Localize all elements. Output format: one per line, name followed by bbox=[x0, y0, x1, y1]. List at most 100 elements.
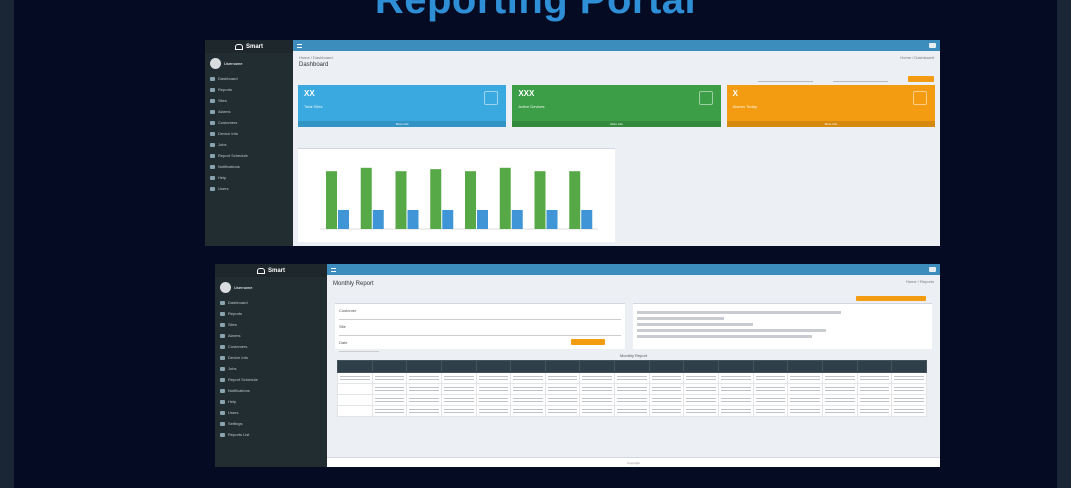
table-cell bbox=[787, 372, 823, 384]
cell-line bbox=[340, 379, 370, 380]
table-cell bbox=[475, 405, 512, 417]
table-cell bbox=[787, 394, 823, 406]
table-header-cell[interactable] bbox=[856, 360, 893, 373]
cell-line bbox=[859, 398, 890, 399]
more-info-link[interactable]: More info bbox=[726, 121, 935, 127]
menu-toggle-icon[interactable] bbox=[297, 43, 302, 48]
export-button[interactable] bbox=[856, 295, 926, 301]
sidebar-item-users[interactable]: Users bbox=[205, 183, 293, 194]
sidebar-item-jobs[interactable]: Jobs bbox=[215, 363, 327, 374]
sidebar-item-report-schedule[interactable]: Report Schedule bbox=[215, 374, 327, 385]
table-cell bbox=[510, 383, 546, 395]
table-header-cell[interactable] bbox=[683, 360, 720, 373]
sidebar-item-help[interactable]: Help bbox=[205, 172, 293, 183]
apply-filter-button[interactable] bbox=[908, 76, 934, 82]
cell-line bbox=[721, 387, 751, 388]
sidebar-item-alarms[interactable]: Alarms bbox=[215, 330, 327, 341]
table-header-cell[interactable] bbox=[648, 360, 685, 373]
cell-line bbox=[617, 376, 647, 377]
table-header-cell[interactable] bbox=[337, 360, 373, 373]
sidebar-item-alarms[interactable]: Alarms bbox=[205, 106, 293, 117]
cell-line bbox=[409, 390, 439, 391]
menu-icon bbox=[210, 109, 215, 114]
cell-line bbox=[513, 390, 543, 391]
cell-line bbox=[513, 398, 543, 399]
sidebar-item-reports[interactable]: Reports bbox=[205, 84, 293, 95]
sidebar-item-customers[interactable]: Customers bbox=[215, 341, 327, 352]
sidebar-item-customers[interactable]: Customers bbox=[205, 117, 293, 128]
sidebar-item-label: Reports bbox=[218, 87, 233, 92]
cell-line bbox=[513, 379, 543, 380]
sidebar-item-help[interactable]: Help bbox=[215, 396, 327, 407]
page-title: Dashboard bbox=[299, 62, 329, 68]
brand-logo[interactable]: Smart bbox=[205, 40, 293, 53]
cell-line bbox=[478, 409, 509, 410]
table-header-cell[interactable] bbox=[821, 360, 858, 373]
table-cell bbox=[544, 372, 581, 384]
table-header-cell[interactable] bbox=[475, 360, 512, 373]
sidebar-item-dashboard[interactable]: Dashboard bbox=[215, 297, 327, 308]
cell-line bbox=[617, 409, 647, 410]
table-header-cell[interactable] bbox=[614, 360, 650, 373]
table-cell bbox=[718, 383, 754, 395]
bar-2-7 bbox=[546, 209, 558, 229]
top-navbar bbox=[293, 40, 940, 51]
info-box-label: Total Sites bbox=[304, 104, 323, 109]
bar-2-1 bbox=[338, 209, 349, 229]
table-header-cell[interactable] bbox=[787, 360, 823, 373]
table-cell bbox=[821, 372, 858, 384]
sidebar-item-settings[interactable]: Settings bbox=[215, 418, 327, 429]
generate-button[interactable] bbox=[571, 339, 605, 345]
bar-1-3 bbox=[395, 171, 407, 229]
site-select[interactable] bbox=[339, 331, 621, 336]
cell-line bbox=[859, 409, 890, 410]
info-box-value: XX bbox=[304, 89, 315, 98]
table-header-row bbox=[337, 360, 927, 373]
brand-logo[interactable]: Smart bbox=[215, 264, 327, 277]
table-header-cell[interactable] bbox=[891, 360, 927, 373]
menu-toggle-icon[interactable] bbox=[331, 267, 336, 272]
more-info-link[interactable]: More info bbox=[298, 121, 507, 127]
sidebar-item-reports-list[interactable]: Reports List bbox=[215, 429, 327, 440]
table-cell bbox=[371, 372, 408, 384]
table-header-cell[interactable] bbox=[406, 360, 442, 373]
sidebar-item-device-info[interactable]: Device Info bbox=[205, 128, 293, 139]
sidebar-item-label: Device Info bbox=[218, 131, 239, 136]
cell-line bbox=[721, 398, 751, 399]
customer-select[interactable] bbox=[339, 315, 621, 320]
table-header-cell[interactable] bbox=[440, 360, 477, 373]
table-header-cell[interactable] bbox=[544, 360, 581, 373]
sidebar-item-sites[interactable]: Sites bbox=[205, 95, 293, 106]
sidebar-item-dashboard[interactable]: Dashboard bbox=[205, 73, 293, 84]
date-input[interactable] bbox=[339, 347, 379, 352]
table-header-cell[interactable] bbox=[371, 360, 408, 373]
cell-line bbox=[478, 387, 509, 388]
filter-select-2[interactable] bbox=[833, 77, 888, 82]
sidebar-item-report-schedule[interactable]: Report Schedule bbox=[205, 150, 293, 161]
sidebar-item-notifications[interactable]: Notifications bbox=[205, 161, 293, 172]
sidebar-item-jobs[interactable]: Jobs bbox=[205, 139, 293, 150]
more-info-link[interactable]: More info bbox=[512, 121, 721, 127]
cell-line bbox=[686, 398, 717, 399]
table-header-cell[interactable] bbox=[752, 360, 789, 373]
table-cell bbox=[406, 394, 442, 406]
cell-line bbox=[582, 398, 613, 399]
sidebar-item-sites[interactable]: Sites bbox=[215, 319, 327, 330]
cell-line bbox=[755, 390, 786, 391]
menu-icon bbox=[220, 388, 225, 393]
filter-select-1[interactable] bbox=[758, 77, 813, 82]
sidebar-item-device-info[interactable]: Device Info bbox=[215, 352, 327, 363]
table-header-cell[interactable] bbox=[579, 360, 616, 373]
cell-line bbox=[547, 398, 578, 399]
sidebar-item-users[interactable]: Users bbox=[215, 407, 327, 418]
table-cell bbox=[787, 383, 823, 395]
table-header-cell[interactable] bbox=[510, 360, 546, 373]
sidebar-item-notifications[interactable]: Notifications bbox=[215, 385, 327, 396]
table-cell bbox=[510, 394, 546, 406]
cell-line bbox=[409, 412, 439, 413]
sidebar-item-reports[interactable]: Reports bbox=[215, 308, 327, 319]
user-menu-icon[interactable] bbox=[929, 43, 936, 48]
cell-line bbox=[443, 409, 474, 410]
table-header-cell[interactable] bbox=[718, 360, 754, 373]
user-menu-icon[interactable] bbox=[929, 267, 936, 272]
